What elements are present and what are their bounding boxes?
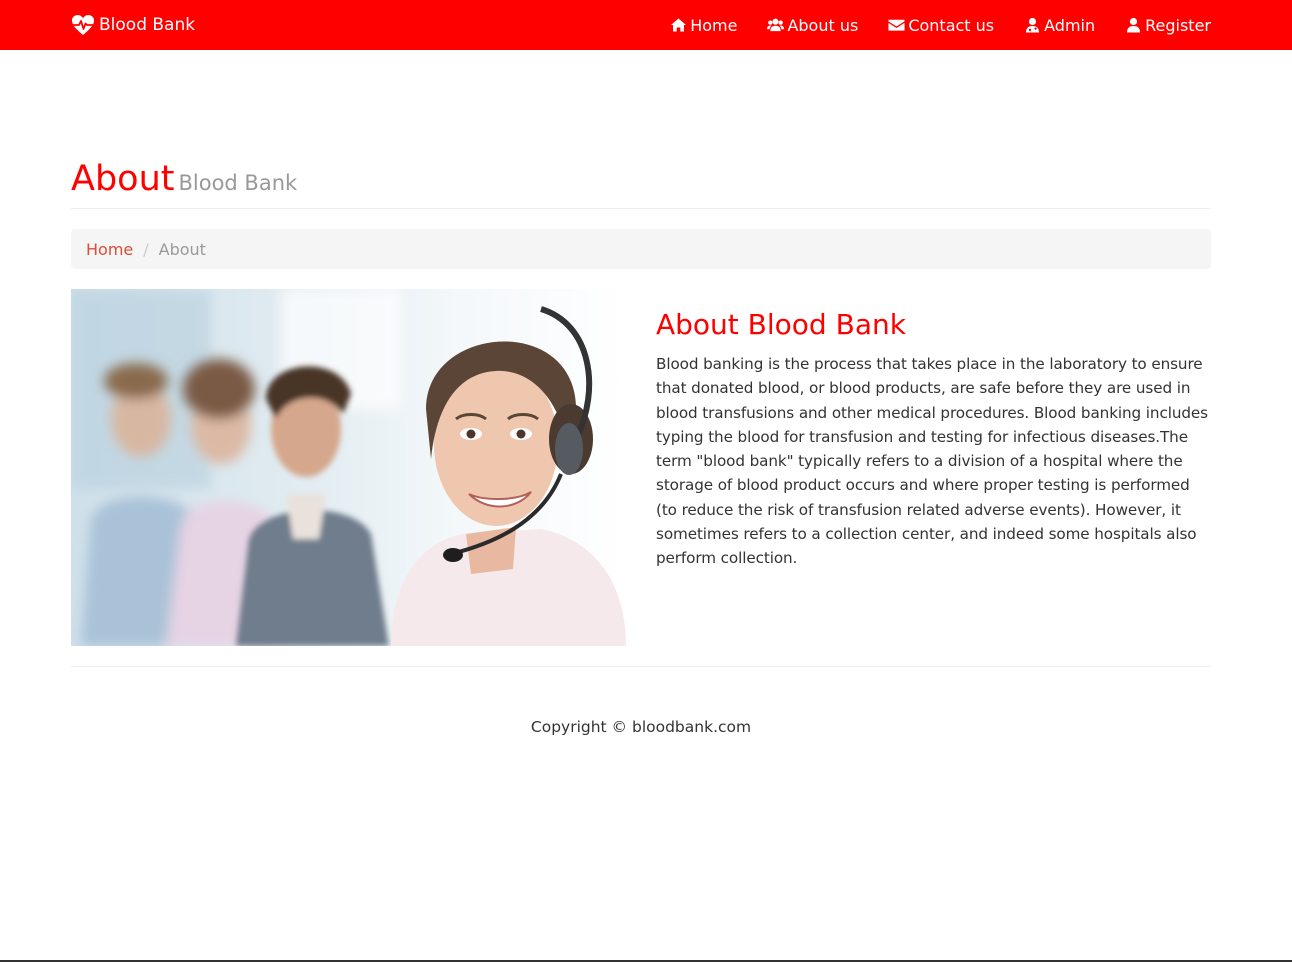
home-icon [671,18,687,32]
about-paragraph: Blood banking is the process that takes … [656,355,1208,568]
nav-label: About us [787,15,859,35]
brand-link[interactable]: Blood Bank [71,0,195,50]
nav-item-home[interactable]: Home [670,16,737,35]
heartbeat-icon [72,15,94,35]
nav-label: Home [690,15,738,35]
users-icon [767,18,785,32]
footer-copyright: Copyright © bloodbank.com [530,718,752,736]
main-nav: Home About us Contact us Admin Register [640,0,1211,50]
nav-item-register[interactable]: Register [1125,16,1211,35]
envelope-icon [888,19,905,31]
user-md-icon [1026,17,1040,33]
nav-label: Admin [1044,15,1096,35]
brand-name: Blood Bank [99,15,196,35]
footer-divider [71,666,1211,667]
nav-label: Contact us [908,15,995,35]
page-header: About Blood Bank [71,158,1211,209]
page-subtitle: Blood Bank [178,171,298,195]
about-section: About Blood Bank Blood banking is the pr… [656,306,1211,571]
navbar: Blood Bank Home About us Contact us Admi… [0,0,1292,50]
user-icon [1127,17,1141,33]
breadcrumb: Home / About [71,229,1211,269]
nav-item-admin[interactable]: Admin [1024,16,1095,35]
page-title-main: About [71,159,175,199]
about-heading: About Blood Bank [656,308,906,341]
breadcrumb-current: About [158,239,206,259]
breadcrumb-separator: / [143,239,149,259]
breadcrumb-home-link[interactable]: Home [86,240,133,259]
support-team-photo [71,289,626,646]
nav-item-about[interactable]: About us [767,16,858,35]
nav-item-contact[interactable]: Contact us [888,16,994,35]
nav-label: Register [1145,15,1211,35]
page-title: About Blood Bank [71,158,1211,204]
